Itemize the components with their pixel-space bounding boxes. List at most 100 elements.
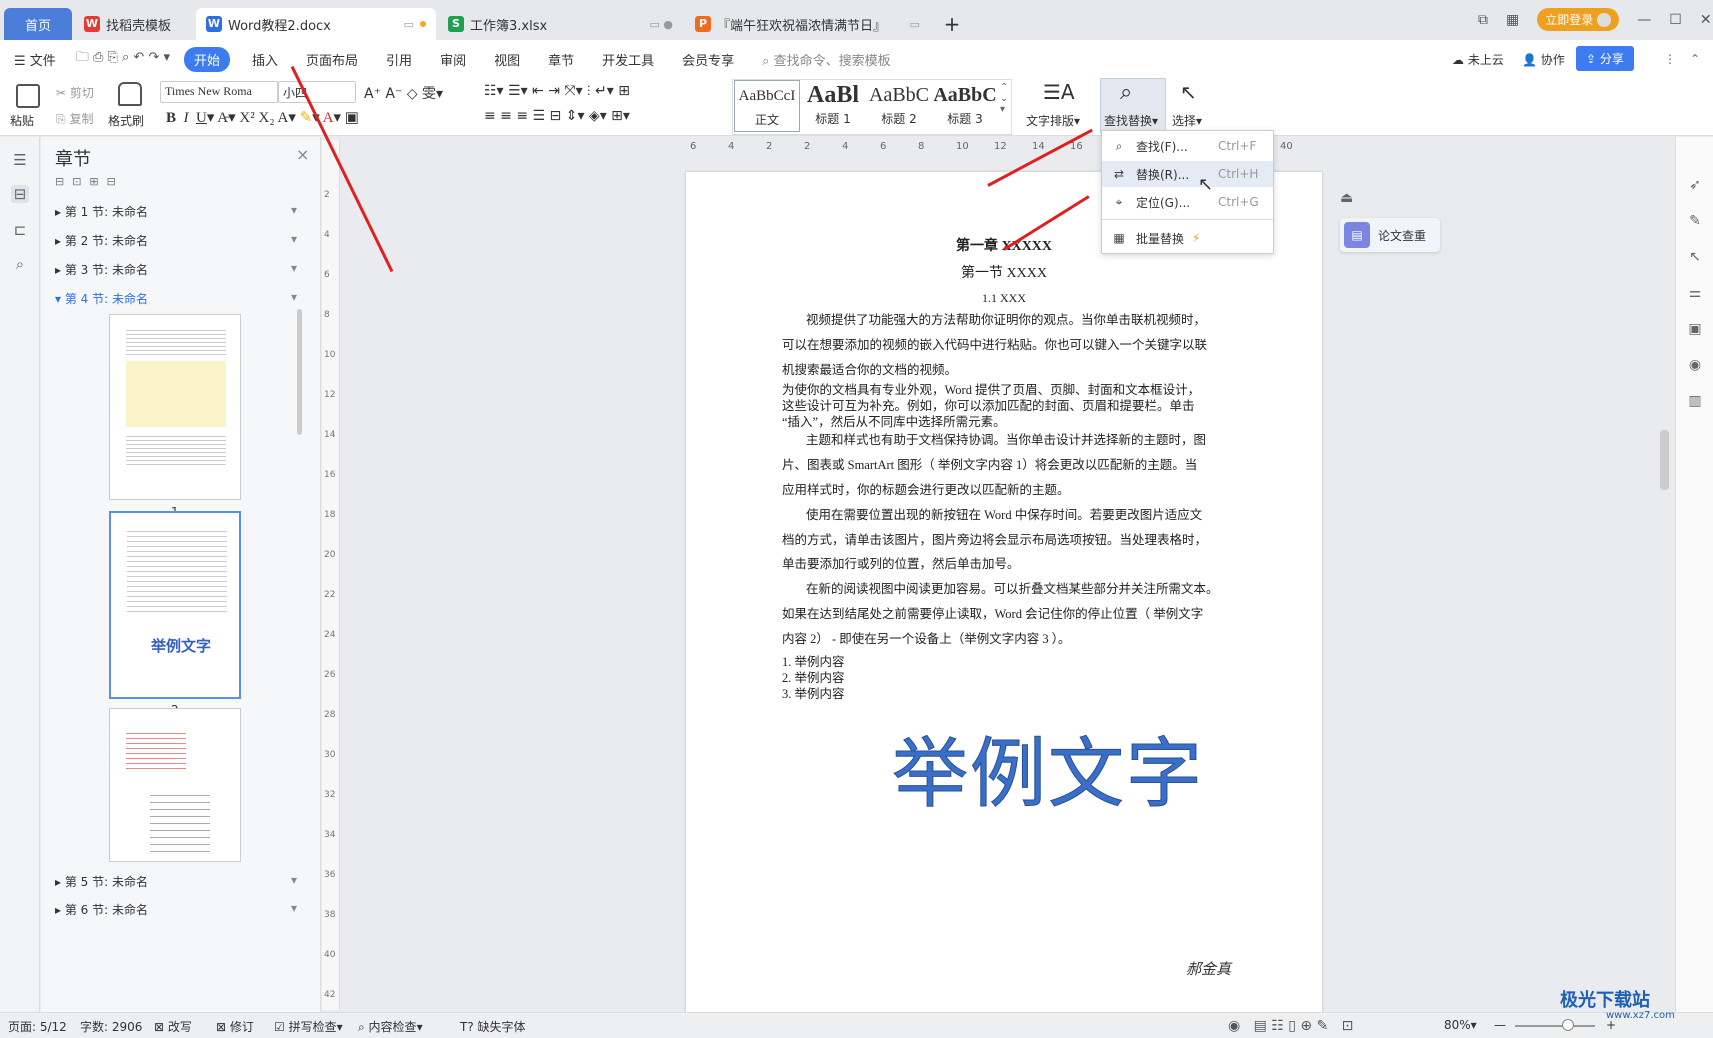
- section-item[interactable]: ▸ 第 6 节: 未命名 ▾: [55, 901, 297, 918]
- tab-excel-workbook[interactable]: S 工作簿3.xlsx ▭ ●: [438, 8, 683, 40]
- paragraph-tools-row1[interactable]: ☷▾ ☰▾ ⇤ ⇥ ⤧▾ ⫶ ↵▾ ⊞: [484, 83, 630, 99]
- font-style-tools[interactable]: B I U▾ A̶▾ X² X₂ A▾ ✎▾ A▾ ▣: [166, 108, 359, 127]
- style-heading2[interactable]: AaBbC 标题 2: [866, 80, 932, 132]
- tab-home[interactable]: 首页: [4, 8, 72, 40]
- ruler-tick-label: 30: [324, 750, 336, 760]
- document-page[interactable]: 第一章 XXXXX 第一节 XXXX 1.1 XXX 视频提供了功能强大的方法帮…: [686, 172, 1322, 1020]
- grid-icon[interactable]: ▦: [1506, 12, 1519, 28]
- rocket-icon[interactable]: ➶: [1686, 177, 1704, 195]
- close-icon[interactable]: ✕: [1700, 12, 1712, 28]
- text-layout-button[interactable]: 文字排版▾: [1026, 112, 1080, 129]
- cursor-icon[interactable]: ↖: [1686, 249, 1704, 267]
- ruler-tick-label: 20: [324, 550, 336, 560]
- style-heading1[interactable]: AaBl 标题 1: [800, 80, 866, 132]
- pen-icon[interactable]: ✎: [1686, 213, 1704, 231]
- section-item[interactable]: ▸ 第 2 节: 未命名 ▾: [55, 232, 297, 249]
- section-item[interactable]: ▸ 第 5 节: 未命名 ▾: [55, 873, 297, 890]
- zoom-out-icon[interactable]: —: [1494, 1018, 1506, 1032]
- collapse-icon[interactable]: ⏏: [1340, 190, 1353, 206]
- menu-page-layout[interactable]: 页面布局: [292, 50, 372, 69]
- book-icon[interactable]: ▥: [1686, 393, 1704, 411]
- ruler-tick-label: 14: [324, 430, 336, 440]
- file-menu[interactable]: ☰ 文件: [0, 50, 70, 69]
- style-heading3[interactable]: AaBbC 标题 3: [932, 80, 998, 132]
- menu-reference[interactable]: 引用: [372, 50, 426, 69]
- style-scroll-icon[interactable]: ⌃ ⌄ ▾: [1000, 82, 1008, 115]
- section-heading: 第一节 XXXX: [961, 266, 1047, 281]
- menu-goto[interactable]: ⌖ 定位(G)... Ctrl+G: [1102, 189, 1273, 215]
- menu-replace[interactable]: ⇄ 替换(R)... Ctrl+H: [1102, 161, 1273, 187]
- section-item-active[interactable]: ▾ 第 4 节: 未命名 ▾: [55, 290, 297, 307]
- page-thumbnail-3[interactable]: [109, 708, 241, 862]
- menu-chapter[interactable]: 章节: [534, 50, 588, 69]
- word-count[interactable]: 字数: 2906: [80, 1018, 142, 1035]
- font-name-select[interactable]: Times New Roma: [160, 81, 278, 103]
- missing-font-button[interactable]: T? 缺失字体: [460, 1018, 526, 1035]
- document-scrollbar[interactable]: [1660, 430, 1669, 490]
- page-thumbnail-1[interactable]: [109, 314, 241, 500]
- paragraph-tools-row2[interactable]: ≡ ≡ ≡ ☰ ⊟ ⇕▾ ◈▾ ⊞▾: [484, 108, 630, 124]
- chapter-icon[interactable]: ⊟: [11, 185, 29, 203]
- search-icon[interactable]: ⌕: [11, 255, 29, 273]
- tab-docer-templates[interactable]: W 找稻壳模板: [74, 8, 194, 40]
- menu-find[interactable]: ⌕ 查找(F)... Ctrl+F: [1102, 133, 1273, 159]
- menu-review[interactable]: 审阅: [426, 50, 480, 69]
- zoom-level[interactable]: 80%▾: [1444, 1018, 1477, 1032]
- zoom-slider-thumb[interactable]: [1562, 1019, 1574, 1031]
- copy-button[interactable]: ⎘ 复制: [56, 110, 93, 127]
- menu-home[interactable]: 开始: [184, 46, 231, 72]
- share-button[interactable]: ⇪ 分享: [1576, 46, 1634, 71]
- wordart-text[interactable]: 举例文字: [892, 712, 1204, 822]
- format-painter-button[interactable]: 格式刷: [108, 112, 144, 129]
- ruler-tick-label: 8: [324, 310, 330, 320]
- quick-access-icons[interactable]: 🗀 ⎙ ⎘ ⌕ ↶ ↷ ▾: [70, 48, 176, 70]
- view-mode-icons[interactable]: ◉ ▤ ☷ ▯ ⊕ ✎ ⊡: [1228, 1018, 1353, 1034]
- zoom-slider[interactable]: [1515, 1025, 1595, 1027]
- navigation-icon[interactable]: ☰: [11, 151, 29, 169]
- replace-icon: ⇄: [1113, 167, 1125, 181]
- section-item[interactable]: ▸ 第 3 节: 未命名 ▾: [55, 261, 297, 278]
- paste-button[interactable]: 粘贴: [10, 112, 34, 129]
- tab-word-doc[interactable]: W Word教程2.docx ▭: [196, 8, 436, 40]
- view-mode-icon[interactable]: ⧉: [1478, 12, 1488, 28]
- menu-insert[interactable]: 插入: [238, 50, 292, 69]
- menu-batch-replace[interactable]: ▦ 批量替换 ⚡: [1102, 225, 1273, 251]
- menu-dev-tools[interactable]: 开发工具: [588, 50, 668, 69]
- cut-button[interactable]: ✂ 剪切: [56, 84, 94, 101]
- location-icon[interactable]: ◉: [1686, 357, 1704, 375]
- collapse-ribbon-icon[interactable]: ⌃: [1690, 52, 1700, 66]
- page-thumbnail-2[interactable]: 举例文字: [109, 511, 241, 699]
- font-size-tools[interactable]: A⁺ A⁻ ◇ 雯▾: [364, 83, 443, 103]
- ruler-tick-label: 12: [324, 390, 336, 400]
- sliders-icon[interactable]: ⚌: [1686, 285, 1704, 303]
- tab-label: 首页: [24, 18, 51, 34]
- section-item[interactable]: ▸ 第 1 节: 未命名 ▾: [55, 203, 297, 220]
- tab-ppt[interactable]: P 『端午狂欢祝福浓情满节日』 ▭: [685, 8, 930, 40]
- paper-check-button[interactable]: ▤ 论文查重: [1340, 218, 1440, 252]
- minimize-icon[interactable]: —: [1637, 12, 1651, 28]
- track-changes-toggle[interactable]: ⊠ 修订: [216, 1018, 254, 1035]
- content-check-button[interactable]: ⌕ 内容检查▾: [358, 1018, 423, 1035]
- panel-scrollbar[interactable]: [297, 309, 302, 435]
- new-tab-plus-icon[interactable]: +: [932, 8, 972, 40]
- spell-check-button[interactable]: ☑ 拼写检查▾: [274, 1018, 343, 1035]
- maximize-icon[interactable]: ☐: [1669, 12, 1682, 28]
- cloud-status[interactable]: ☁ 未上云: [1452, 51, 1504, 68]
- command-search[interactable]: ⌕ 查找命令、搜索模板: [748, 50, 904, 69]
- overwrite-toggle[interactable]: ⊠ 改写: [154, 1018, 192, 1035]
- panel-close-icon[interactable]: ×: [296, 145, 309, 164]
- more-icon[interactable]: ⋮: [1664, 52, 1676, 66]
- menu-view[interactable]: 视图: [480, 50, 534, 69]
- ruler-tick-label: 4: [728, 141, 735, 152]
- login-button[interactable]: 立即登录: [1537, 8, 1620, 31]
- page-indicator[interactable]: 页面: 5/12: [8, 1018, 67, 1035]
- collab-button[interactable]: 👤 协作: [1522, 51, 1565, 68]
- select-button[interactable]: 选择▾: [1172, 112, 1202, 129]
- panel-tools-icons[interactable]: ⊟⊡⊞⊟: [55, 175, 124, 188]
- scissors-icon: ✂: [56, 86, 67, 100]
- image-icon[interactable]: ▣: [1686, 321, 1704, 339]
- style-normal[interactable]: AaBbCcI 正文: [734, 80, 800, 132]
- menu-member[interactable]: 会员专享: [668, 50, 748, 69]
- font-size-select[interactable]: 小四: [278, 81, 356, 103]
- bookmark-icon[interactable]: ⊏: [11, 221, 29, 239]
